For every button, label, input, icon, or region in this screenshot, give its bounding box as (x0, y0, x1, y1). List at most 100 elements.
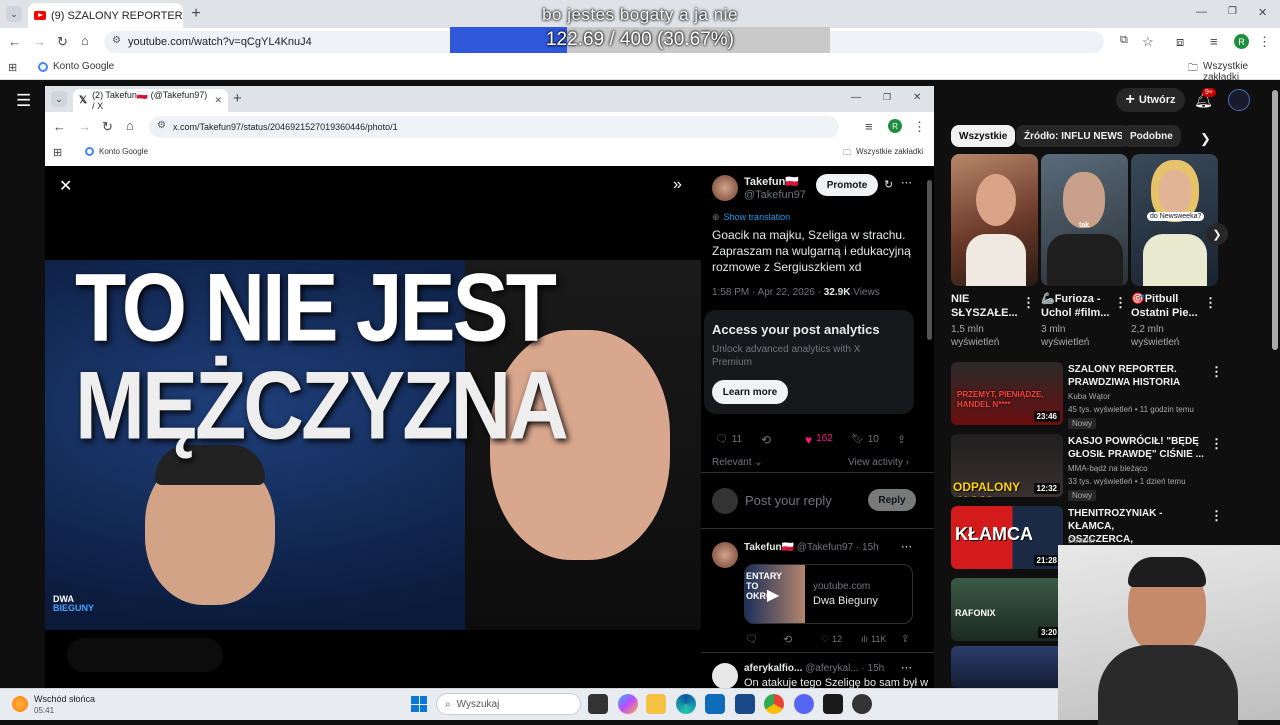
short-thumb-3[interactable]: do Newsweeka? (1131, 154, 1218, 286)
inner-minimize-icon[interactable]: — (851, 92, 861, 103)
bookmark-konto-google[interactable]: Konto Google (38, 61, 114, 72)
video-thumb-2[interactable]: ODPALONY KASJO 12:32 (951, 434, 1063, 497)
inner-scrollbar[interactable] (927, 180, 932, 340)
video-title-2[interactable]: KASJO POWRÓCIŁ! "BĘDĘ GŁOSIŁ PRAWDĘ" CIŚN… (1068, 435, 1208, 461)
inner-home-icon[interactable]: ⌂ (126, 118, 134, 133)
reply2-avatar[interactable] (712, 663, 738, 689)
reply2-more-icon[interactable]: ⋯ (901, 661, 912, 674)
chip-all[interactable]: Wszystkie (951, 125, 1016, 147)
user-avatar[interactable] (1228, 89, 1250, 111)
inner-bookmark-konto-google[interactable]: Konto Google (85, 147, 148, 156)
outer-tab-youtube[interactable]: (9) SZALONY REPORTER PRZYL ✕ (28, 3, 183, 28)
windows-start-icon[interactable] (411, 696, 427, 712)
chip-similar[interactable]: Podobne (1122, 125, 1181, 147)
file-explorer-icon[interactable] (646, 694, 666, 714)
author-name[interactable]: Takefun🇵🇱 (744, 175, 799, 188)
reply1-share-icon[interactable]: ⇪ (901, 634, 909, 645)
video-menu-icon[interactable]: ⋮ (1210, 508, 1223, 524)
close-window-icon[interactable]: ✕ (1258, 6, 1267, 19)
back-icon[interactable]: ← (8, 34, 21, 49)
page-scrollbar[interactable] (1272, 90, 1278, 350)
reply1-like-action[interactable]: ♡ 12 (821, 634, 842, 645)
chrome-icon[interactable] (764, 694, 784, 714)
taskbar-search-input[interactable]: ⌕ Wyszukaj (436, 693, 581, 715)
copilot-icon[interactable] (618, 694, 638, 714)
reading-list-icon[interactable]: ≡ (1210, 34, 1218, 49)
like-action[interactable]: ♥ 162 (805, 433, 833, 447)
bookmark-action[interactable]: 🔖︎ 10 (851, 434, 879, 445)
author-handle[interactable]: @Takefun97 (744, 189, 806, 201)
inner-new-tab-icon[interactable]: + (233, 90, 242, 107)
reply-button[interactable]: Reply (868, 489, 916, 511)
maximize-icon[interactable]: ❐ (1228, 6, 1237, 17)
show-translation-link[interactable]: ⊕ Show translation (712, 212, 790, 223)
edge-icon[interactable] (676, 694, 696, 714)
reply1-author[interactable]: Takefun🇵🇱 (744, 542, 794, 553)
reply1-views[interactable]: ılı 11K (861, 634, 886, 644)
learn-more-button[interactable]: Learn more (712, 380, 788, 404)
inner-forward-icon[interactable]: → (78, 119, 91, 134)
more-options-icon[interactable]: ⋯ (901, 176, 912, 189)
inner-profile-avatar[interactable]: R (888, 119, 902, 133)
home-icon[interactable]: ⌂ (81, 33, 89, 48)
inner-back-icon[interactable]: ← (53, 119, 66, 134)
extensions-icon[interactable]: ⧈ (1176, 34, 1184, 50)
thumbnail-image[interactable]: TO NIE JEST MĘŻCZYZNA DWA BIEGUNY (45, 259, 701, 630)
video-thumb-5[interactable] (951, 646, 1063, 688)
grok-icon[interactable]: ↻ (884, 178, 893, 191)
video-title-1[interactable]: SZALONY REPORTER. PRAWDZIWA HISTORIA (1068, 363, 1208, 389)
shorts-next-icon[interactable]: ❯ (1206, 223, 1228, 245)
inner-close-window-icon[interactable]: ✕ (913, 92, 921, 103)
short-title-1[interactable]: NIE SŁYSZAŁE... (951, 292, 1018, 320)
chips-next-icon[interactable]: ❯ (1200, 131, 1211, 147)
hamburger-menu-icon[interactable]: ☰ (16, 91, 31, 111)
video-menu-icon[interactable]: ⋮ (1210, 364, 1223, 380)
short-menu-icon[interactable]: ⋮ (1204, 295, 1217, 311)
task-view-icon[interactable] (588, 694, 608, 714)
install-app-icon[interactable]: ⧉ (1120, 34, 1128, 47)
short-menu-icon[interactable]: ⋮ (1022, 295, 1035, 311)
forward-icon[interactable]: → (33, 34, 46, 49)
short-title-2[interactable]: 🦾Furioza - Uchol #film... (1041, 292, 1109, 320)
author-avatar[interactable] (712, 175, 738, 201)
reload-icon[interactable]: ↻ (57, 34, 68, 50)
inner-all-bookmarks[interactable]: 🗀 Wszystkie zakładki (843, 147, 923, 161)
discord-icon[interactable] (794, 694, 814, 714)
inner-reading-list-icon[interactable]: ≡ (865, 119, 873, 134)
store-icon[interactable] (735, 694, 755, 714)
video-thumb-1[interactable]: PRZEMYT, PIENIĄDZE, HANDEL N**** 23:46 (951, 362, 1063, 425)
video-channel-2[interactable]: MMA-bądź na bieżąco (1068, 463, 1208, 475)
video-thumb-4[interactable]: RAFONIX 3:20 (951, 578, 1063, 641)
inner-site-info-icon[interactable]: ⚙ (157, 120, 166, 131)
relevant-dropdown[interactable]: Relevant ⌄ (712, 457, 763, 468)
video-menu-icon[interactable]: ⋮ (1210, 436, 1223, 452)
tab-search-icon[interactable]: ⌄ (6, 6, 22, 22)
reply1-more-icon[interactable]: ⋯ (901, 540, 912, 553)
bookmark-star-icon[interactable]: ☆ (1142, 34, 1154, 50)
repost-icon[interactable]: ⟲ (761, 433, 771, 447)
short-menu-icon[interactable]: ⋮ (1114, 295, 1127, 311)
inner-tab-x[interactable]: 𝕏 (2) Takefun🇵🇱 (@Takefun97) / X ✕ (73, 89, 228, 112)
inner-menu-dots-icon[interactable]: ⋮ (913, 119, 926, 135)
new-tab-icon[interactable]: + (188, 5, 204, 23)
weather-sun-icon[interactable] (12, 696, 28, 712)
reply-input[interactable]: Post your reply (745, 493, 832, 508)
reply1-link-card[interactable]: ENTARY TO OKRO ▶ youtube.com Dwa Bieguny (744, 564, 913, 624)
video-channel-1[interactable]: Kuba Wątor (1068, 391, 1208, 403)
inner-apps-grid-icon[interactable]: ⊞ (53, 146, 62, 159)
reply1-reply-icon[interactable]: 🗨︎ (745, 634, 758, 645)
menu-dots-icon[interactable]: ⋮ (1258, 34, 1271, 50)
short-title-3[interactable]: 🎯Pitbull Ostatni Pie... (1131, 292, 1198, 320)
reply2-author[interactable]: aferykalfio... (744, 663, 802, 674)
short-thumb-2[interactable]: tak (1041, 154, 1128, 286)
minimize-icon[interactable]: — (1196, 6, 1207, 18)
create-button[interactable]: + Utwórz (1116, 88, 1185, 112)
site-info-icon[interactable]: ⚙ (112, 35, 121, 46)
view-activity-link[interactable]: View activity › (848, 457, 909, 468)
reply1-repost-icon[interactable]: ⟲ (783, 633, 792, 646)
weather-title[interactable]: Wschód słońca (34, 694, 95, 704)
close-photo-icon[interactable]: ✕ (59, 176, 72, 196)
obs-icon[interactable] (852, 694, 872, 714)
inner-maximize-icon[interactable]: ❐ (883, 92, 891, 103)
promote-button[interactable]: Promote (816, 174, 878, 196)
